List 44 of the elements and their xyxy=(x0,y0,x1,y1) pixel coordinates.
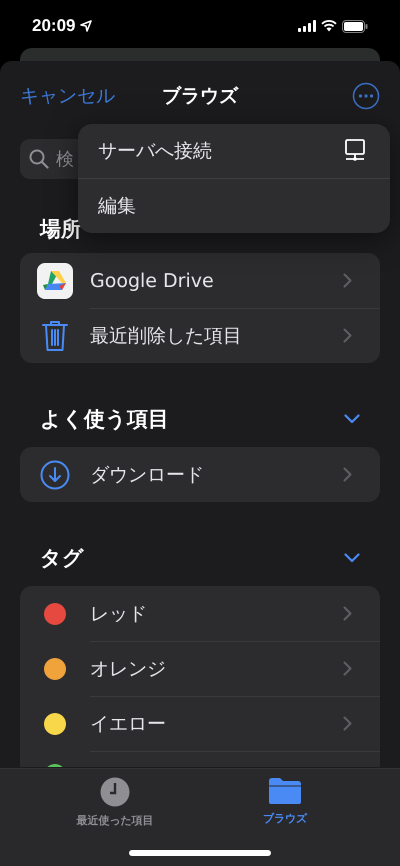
download-icon xyxy=(40,460,70,490)
triangle-app-icon xyxy=(37,262,73,298)
tab-label: 最近使った項目 xyxy=(76,813,154,828)
row-label: 最近削除した項目 xyxy=(90,324,242,348)
location-row[interactable]: Google Drive xyxy=(20,253,380,308)
tag-row[interactable]: イエロー xyxy=(20,696,380,751)
row-label: オレンジ xyxy=(90,656,166,682)
menu-item-label: 編集 xyxy=(98,194,136,219)
tab-item[interactable]: 最近使った項目 xyxy=(55,777,175,866)
monitor-icon xyxy=(344,139,366,163)
tag-row[interactable]: レッド xyxy=(20,586,380,641)
chevron-down-icon[interactable] xyxy=(344,414,360,424)
menu-item[interactable]: サーバへ接続 xyxy=(78,124,390,178)
section-title: よく使う項目 xyxy=(40,406,169,433)
location-row[interactable]: 最近削除した項目 xyxy=(20,308,380,363)
chevron-right-icon xyxy=(343,606,352,621)
tab-item[interactable]: ブラウズ xyxy=(225,777,345,866)
folder-icon xyxy=(268,777,302,805)
chevron-right-icon xyxy=(343,467,352,482)
row-label: イエロー xyxy=(90,712,166,736)
status-time: 20:09 xyxy=(32,16,76,36)
clock-icon xyxy=(100,777,130,807)
chevron-down-icon[interactable] xyxy=(344,553,360,563)
chevron-right-icon xyxy=(343,328,352,343)
menu-item-label: サーバへ接続 xyxy=(98,139,212,164)
search-icon xyxy=(29,149,49,169)
tab-label: ブラウズ xyxy=(263,811,307,826)
trash-icon xyxy=(42,320,68,352)
wifi-icon xyxy=(321,20,337,32)
more-icon[interactable] xyxy=(352,82,380,110)
battery-icon xyxy=(342,20,368,32)
section-title: タグ xyxy=(40,545,84,572)
location-arrow-icon xyxy=(80,20,92,32)
chevron-right-icon xyxy=(343,661,352,676)
nav-title: ブラウズ xyxy=(162,84,238,109)
signal-icon xyxy=(298,20,316,32)
tag-row[interactable]: オレンジ xyxy=(20,641,380,696)
favorite-row[interactable]: ダウンロード xyxy=(20,447,380,502)
row-label: レッド xyxy=(90,602,147,626)
chevron-right-icon xyxy=(343,716,352,731)
chevron-right-icon xyxy=(343,273,352,288)
cancel-button[interactable]: キャンセル xyxy=(20,83,115,109)
row-label: Google Drive xyxy=(90,270,214,292)
row-label: ダウンロード xyxy=(90,462,204,488)
